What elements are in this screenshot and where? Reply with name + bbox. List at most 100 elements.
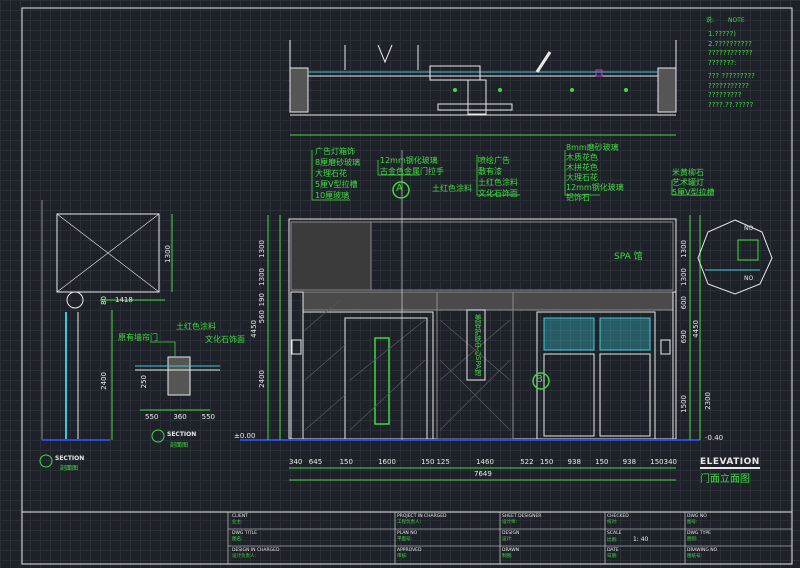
callout: 大理石花 bbox=[566, 173, 598, 182]
section-callout-door: 原有墙帘门 bbox=[118, 333, 158, 342]
tb-value: 设计师: bbox=[502, 520, 518, 525]
dim: 1460 bbox=[476, 458, 494, 466]
dim: 550 bbox=[201, 413, 215, 421]
tb-scale-value: 1: 40 bbox=[632, 536, 649, 543]
callouts-left: 广告灯箱饰 8厘磨砂玻璃 大理石花 5厘V型拉槽 10厘玻璃 bbox=[315, 146, 360, 201]
tb-value: 制图: bbox=[502, 554, 513, 559]
tb-value: 图号: bbox=[687, 520, 698, 525]
spa-sign: SPA 馆 bbox=[614, 252, 643, 262]
tb-design-charge: DESIGN IN CHARGED 设计负责人: bbox=[232, 548, 279, 559]
detail-dim-2: NO bbox=[744, 275, 754, 282]
section-b-sub: 剖面图 bbox=[170, 442, 189, 449]
callout: 艺术罐灯 bbox=[672, 178, 704, 187]
callout: 8mm磨砂玻璃 bbox=[566, 143, 619, 152]
callout: 木质花色 bbox=[566, 153, 598, 162]
tb-designer: SHEET DESIGNER 设计师: bbox=[502, 514, 541, 525]
level-left: ±0.00 bbox=[234, 432, 256, 440]
callouts-far-right: 米黄柳石 艺术罐灯 5厘V型拉槽 bbox=[672, 168, 715, 198]
tb-value: 图名: bbox=[232, 537, 243, 542]
note-line: ???????????? bbox=[708, 49, 753, 57]
callout: 文化石饰面 bbox=[478, 189, 518, 198]
section-b-dims: 550 360 550 bbox=[145, 413, 215, 421]
callout: 12mm钢化玻璃 bbox=[380, 156, 438, 165]
tb-value: 校对: bbox=[607, 520, 618, 525]
dim: 690 bbox=[680, 330, 688, 344]
notes-header-right: NOTE bbox=[727, 17, 745, 24]
tb-scale-label: 比例: bbox=[607, 538, 618, 543]
section-callout-paint: 土红色涂料 bbox=[176, 322, 216, 331]
cad-canvas: 说: NOTE 1.?????) 2.?????????? ??????????… bbox=[0, 0, 800, 568]
section-a-title: SECTION bbox=[55, 455, 84, 462]
dim: 600 bbox=[680, 296, 688, 310]
note-line: ????????? bbox=[708, 91, 742, 99]
tb-date: DATE 日期: bbox=[607, 548, 619, 559]
section-a-dim-1300: 1300 bbox=[164, 245, 172, 263]
section-b-title-text: SECTION bbox=[167, 431, 197, 438]
note-line: 2.?????????? bbox=[708, 39, 752, 48]
dim: 125 bbox=[436, 458, 450, 466]
elevation-subtitle: 门面立面图 bbox=[700, 474, 750, 485]
callout: 8厘磨砂玻璃 bbox=[315, 158, 361, 167]
callout: 铝饰石 bbox=[566, 193, 590, 202]
dim: 1600 bbox=[378, 458, 396, 466]
tb-value: 图纸号: bbox=[687, 554, 703, 559]
dim: 1300 bbox=[258, 268, 266, 286]
callout-center-left: 土红色涂料 bbox=[432, 184, 472, 193]
note-line: ???????​: bbox=[708, 58, 737, 67]
callout: 10厘玻璃 bbox=[315, 191, 350, 200]
dim: 4450 bbox=[692, 320, 700, 338]
tb-dwg-title: DWG TITLE 图名: bbox=[232, 531, 257, 542]
note-line: ??? ????????? bbox=[708, 72, 755, 80]
callouts-mid: 12mm钢化玻璃 古金色金属门拉手 bbox=[380, 155, 444, 177]
section-a-title-text: SECTION bbox=[55, 455, 85, 462]
text-layer: 说: NOTE 1.?????) 2.?????????? ??????????… bbox=[0, 0, 800, 568]
dim: 1300 bbox=[680, 240, 688, 258]
dim: 1300 bbox=[680, 268, 688, 286]
callout: 大理石花 bbox=[315, 169, 347, 178]
tb-plan-no: PLAN NO 平面号: bbox=[397, 531, 417, 542]
section-a-sub: 剖面图 bbox=[60, 465, 79, 472]
callout: 喷绘广告 bbox=[478, 156, 510, 165]
section-callout-stone: 文化石饰面 bbox=[205, 335, 245, 344]
callouts-right: 8mm磨砂玻璃 木质花色 木拼花色 大理石花 12mm钢化玻璃 铝饰石 bbox=[566, 143, 624, 203]
tb-value: 设计: bbox=[502, 537, 513, 542]
dim: 645 bbox=[308, 458, 323, 466]
dim: 2300 bbox=[704, 392, 712, 410]
tb-dwg-no: DWG NO 图号: bbox=[687, 514, 707, 525]
tb-value: 平面号: bbox=[397, 537, 413, 542]
tb-dwg-type: DWG TYPE 图别: bbox=[687, 531, 711, 542]
dim: 150 bbox=[650, 458, 664, 466]
callout: 5厘V型拉槽 bbox=[315, 180, 358, 189]
dim: 2400 bbox=[258, 370, 266, 388]
callouts-center: 喷绘广告 敷有漆 土红色涂料 文化石饰面 bbox=[478, 155, 518, 199]
notes-header: 说: NOTE bbox=[706, 15, 745, 24]
section-a-dim-80: 80 bbox=[100, 296, 108, 305]
dim: 340 bbox=[289, 458, 303, 466]
dim: 150 bbox=[539, 458, 554, 466]
tb-drawn: DRAWN 制图: bbox=[502, 548, 519, 559]
tb-project: PROJECT IN CHARGED 工程负责人: bbox=[397, 514, 447, 525]
level-right: -0.40 bbox=[705, 434, 724, 442]
note-line: 1.?????) bbox=[708, 30, 736, 38]
tb-scale: SCALE 比例: 1: 40 bbox=[607, 531, 648, 543]
tb-drawing-no: DRAWING NO 图纸号: bbox=[687, 548, 717, 559]
dim: 150 bbox=[595, 458, 609, 466]
marker-b-label: B bbox=[536, 374, 543, 385]
tb-client: CLIENT 业主: bbox=[232, 514, 248, 525]
dim: 190 bbox=[258, 293, 266, 307]
tb-approved: APPROVED 审核: bbox=[397, 548, 421, 559]
notes-list: 1.?????) 2.?????????? ???????????? ?????… bbox=[708, 30, 755, 110]
dim: 1500 bbox=[680, 395, 688, 413]
section-a-dim-1418: 1418 bbox=[115, 296, 133, 304]
callout: 敷有漆 bbox=[478, 167, 502, 176]
callout: 土红色涂料 bbox=[478, 178, 518, 187]
bottom-total: 7649 bbox=[474, 470, 492, 478]
note-line: ????.??.????? bbox=[708, 100, 754, 109]
dim: 938 bbox=[567, 458, 581, 466]
note-line: ??????????? bbox=[708, 81, 749, 90]
vertical-sign: 美容护肤中心SPA馆 bbox=[474, 314, 482, 377]
tb-value: 工程负责人: bbox=[397, 520, 422, 525]
dim: 360 bbox=[173, 413, 187, 421]
dim: 1300 bbox=[258, 240, 266, 258]
callout: 木拼花色 bbox=[566, 163, 598, 172]
